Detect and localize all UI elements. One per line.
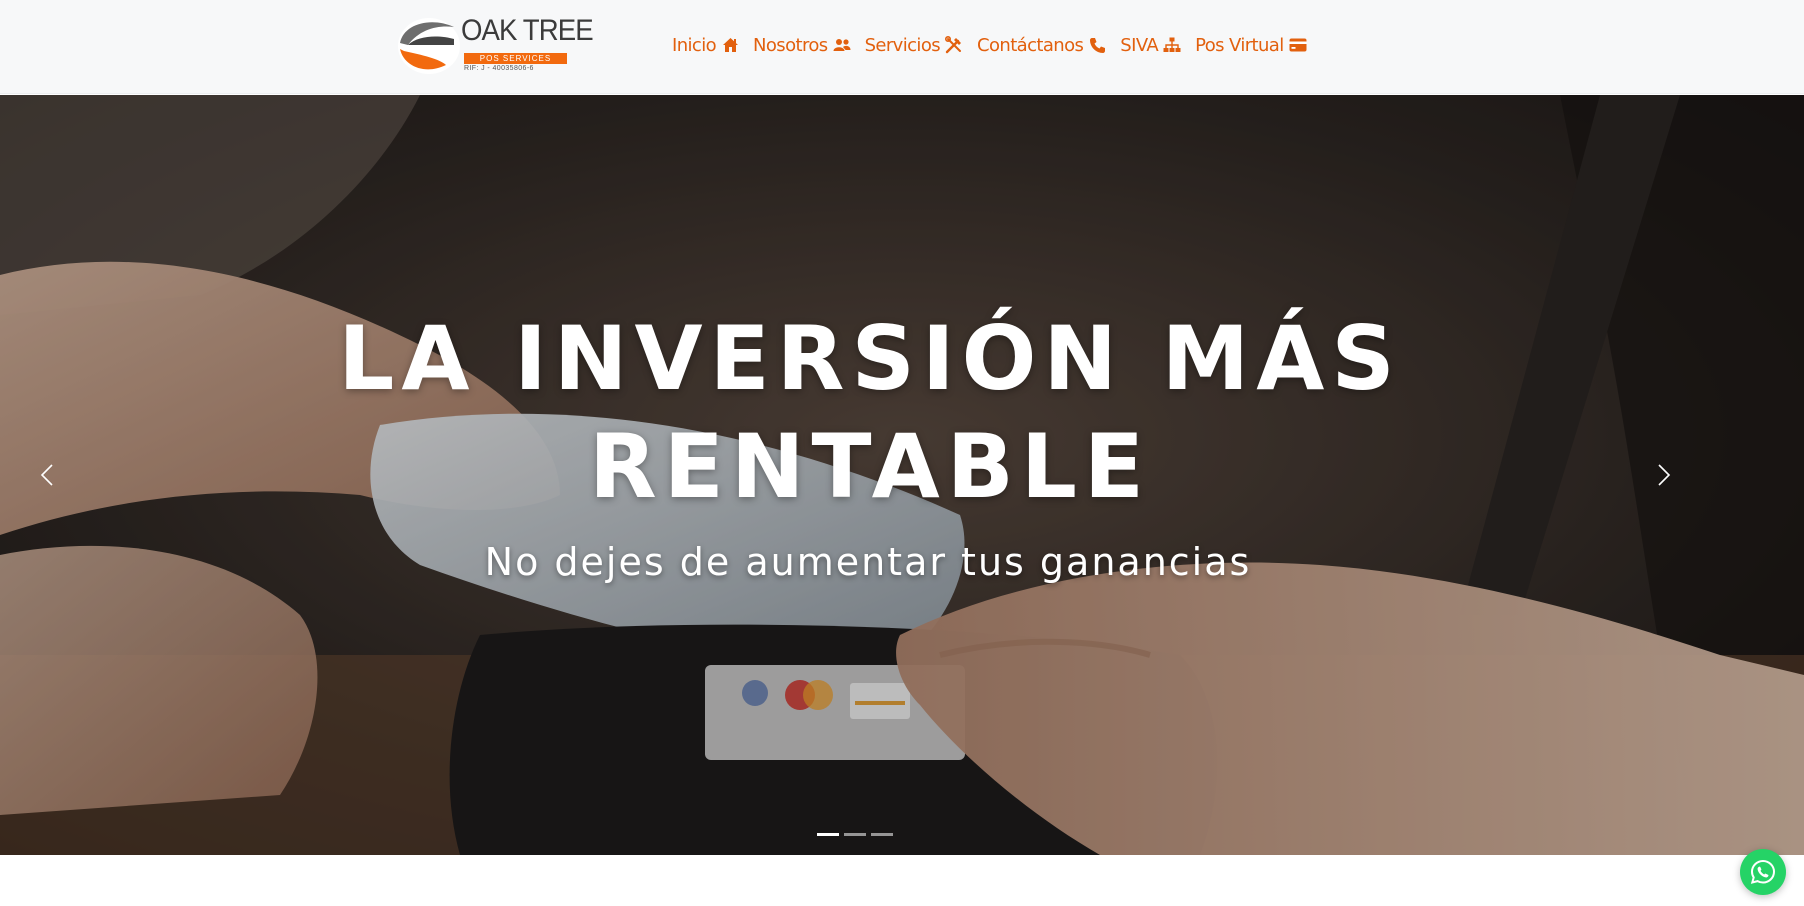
- carousel-indicator-2[interactable]: [844, 833, 866, 836]
- nav-item-label: Inicio: [672, 34, 717, 56]
- whatsapp-button[interactable]: [1740, 849, 1786, 895]
- carousel-indicators: [817, 833, 898, 836]
- nav-item-label: Contáctanos: [977, 34, 1084, 56]
- carousel-next-button[interactable]: [1644, 455, 1684, 495]
- main-nav: Inicio Nosotros Servicios Contáctanos SI…: [672, 30, 1321, 60]
- chevron-right-icon: [1658, 464, 1671, 486]
- site-header: OAK TREE POS SERVICES RIF: J - 40035806-…: [0, 0, 1804, 94]
- oak-tree-logo-icon: [398, 18, 460, 74]
- nav-item-label: Servicios: [864, 34, 941, 56]
- hero-title-line-1: LA INVERSIÓN MÁS: [338, 307, 1402, 410]
- nav-item-pos-virtual[interactable]: Pos Virtual: [1195, 35, 1307, 56]
- brand-name: OAK TREE: [461, 14, 594, 47]
- nav-item-label: Pos Virtual: [1195, 34, 1284, 56]
- hero-carousel: LA INVERSIÓN MÁS RENTABLE No dejes de au…: [0, 95, 1804, 855]
- carousel-indicator-3[interactable]: [871, 833, 893, 836]
- nav-item-siva[interactable]: SIVA: [1120, 35, 1181, 56]
- home-icon: [721, 36, 739, 54]
- nav-item-label: Nosotros: [753, 34, 828, 56]
- phone-icon: [1088, 36, 1106, 54]
- nav-item-nosotros[interactable]: Nosotros: [753, 35, 851, 56]
- nav-item-inicio[interactable]: Inicio: [672, 35, 739, 56]
- tools-icon: [945, 36, 963, 54]
- chevron-left-icon: [40, 464, 53, 486]
- hero-subtitle: No dejes de aumentar tus ganancias: [484, 540, 1252, 584]
- nav-item-label: SIVA: [1120, 34, 1159, 56]
- nav-item-servicios[interactable]: Servicios: [865, 35, 963, 56]
- whatsapp-icon: [1750, 859, 1776, 884]
- carousel-prev-button[interactable]: [27, 455, 67, 495]
- nav-item-contactanos[interactable]: Contáctanos: [977, 35, 1106, 56]
- users-icon: [833, 36, 851, 54]
- credit-card-icon: [1289, 36, 1307, 54]
- brand-tagline: POS SERVICES: [464, 53, 567, 64]
- hero-title: LA INVERSIÓN MÁS RENTABLE: [0, 305, 1740, 521]
- carousel-indicator-1[interactable]: [817, 833, 839, 836]
- sitemap-icon: [1163, 36, 1181, 54]
- hero-title-line-2: RENTABLE: [588, 415, 1152, 518]
- brand-rif: RIF: J - 40035806-6: [464, 65, 534, 72]
